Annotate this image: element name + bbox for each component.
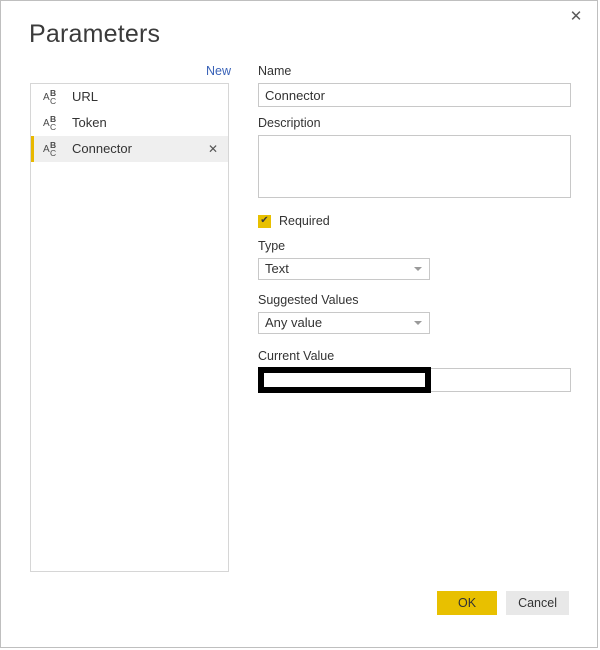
- name-label: Name: [258, 64, 292, 78]
- name-input[interactable]: [258, 83, 571, 107]
- type-select[interactable]: Text: [258, 258, 430, 280]
- dialog-titlebar: Parameters ✕: [1, 1, 597, 48]
- parameters-list[interactable]: A B C URL A B C Token A B C Connector ✕: [30, 83, 229, 572]
- close-icon: ✕: [569, 6, 583, 25]
- suggested-values-select[interactable]: Any value: [258, 312, 430, 334]
- new-parameter-link[interactable]: New: [206, 63, 231, 79]
- description-input[interactable]: [258, 135, 571, 198]
- abc-icon-c: C: [50, 96, 57, 106]
- abc-text-type-icon: A B C: [43, 114, 63, 132]
- current-value-field-wrap: [258, 367, 571, 393]
- abc-icon-a: A: [43, 144, 50, 155]
- cancel-button[interactable]: Cancel: [506, 591, 569, 615]
- chevron-down-icon: [414, 321, 422, 325]
- type-label: Type: [258, 239, 286, 253]
- ok-button[interactable]: OK: [437, 591, 498, 615]
- checkbox-box: ✔: [258, 214, 271, 228]
- abc-icon-c: C: [50, 148, 57, 158]
- type-select-value: Text: [265, 261, 289, 276]
- required-checkbox[interactable]: ✔ Required: [258, 212, 571, 230]
- current-value-label: Current Value: [258, 349, 335, 363]
- dialog-footer: OK Cancel: [437, 591, 569, 615]
- list-item-label: Token: [72, 115, 107, 130]
- check-icon: ✔: [260, 215, 269, 226]
- delete-parameter-icon[interactable]: ✕: [208, 143, 218, 155]
- parameters-dialog: Parameters ✕ New A B C URL A B C Token A…: [0, 0, 598, 648]
- chevron-down-icon: [414, 267, 422, 271]
- description-label: Description: [258, 116, 321, 130]
- list-item[interactable]: A B C URL: [31, 84, 228, 110]
- list-item-label: Connector: [72, 141, 132, 156]
- abc-text-type-icon: A B C: [43, 140, 63, 158]
- redaction-overlay: [258, 367, 431, 393]
- abc-icon-a: A: [43, 92, 50, 103]
- abc-icon-a: A: [43, 118, 50, 129]
- list-item[interactable]: A B C Token: [31, 110, 228, 136]
- abc-icon-c: C: [50, 122, 57, 132]
- page-title: Parameters: [29, 20, 161, 48]
- list-item-selected[interactable]: A B C Connector ✕: [31, 136, 228, 162]
- list-item-label: URL: [72, 89, 99, 104]
- suggested-values-label: Suggested Values: [258, 293, 359, 307]
- required-label: Required: [279, 214, 330, 228]
- close-button[interactable]: ✕: [555, 1, 597, 31]
- suggested-values-select-value: Any value: [265, 315, 323, 330]
- parameter-details-form: Name Description ✔ Required Type Text Su…: [258, 63, 571, 393]
- abc-text-type-icon: A B C: [43, 88, 63, 106]
